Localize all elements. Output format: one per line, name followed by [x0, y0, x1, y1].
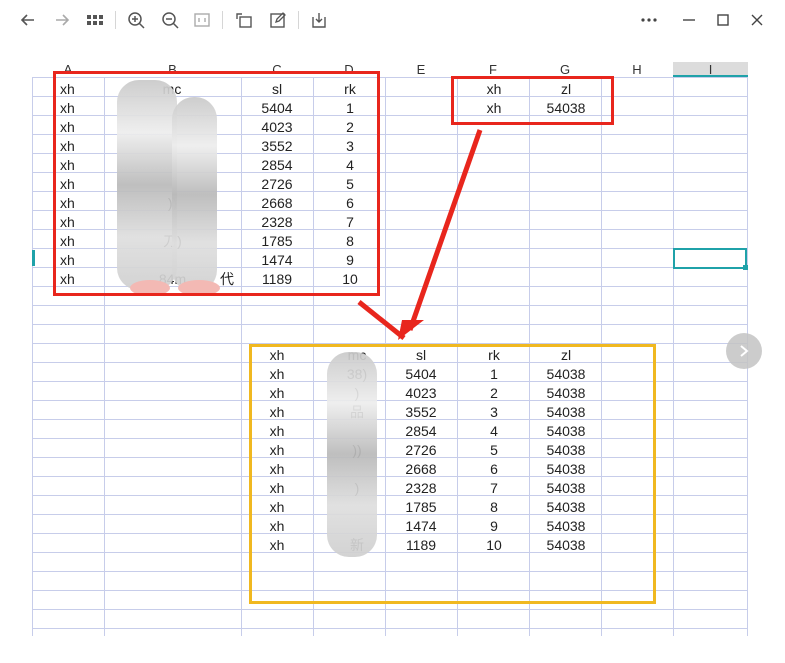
column-header-g: G [529, 62, 601, 77]
source-highlight-box [53, 71, 380, 296]
minimize-icon[interactable] [677, 8, 701, 32]
column-header-e: E [385, 62, 457, 77]
rotate-icon[interactable] [232, 8, 256, 32]
close-icon[interactable] [745, 8, 769, 32]
lookup-highlight-box [451, 76, 614, 125]
viewer-toolbar [0, 0, 785, 40]
forward-icon[interactable] [50, 8, 74, 32]
next-image-button[interactable] [726, 333, 762, 369]
download-icon[interactable] [307, 8, 331, 32]
grid-line [32, 324, 748, 325]
edit-icon[interactable] [266, 8, 290, 32]
chevron-right-icon [740, 345, 749, 357]
grid-line [32, 628, 748, 629]
more-icon[interactable] [637, 8, 661, 32]
result-highlight-box [249, 344, 656, 604]
column-header-f: F [457, 62, 529, 77]
zoom-out-icon[interactable] [158, 8, 182, 32]
grid-line [32, 609, 748, 610]
row-indicator [32, 250, 35, 266]
fit-icon[interactable] [190, 8, 214, 32]
fill-handle[interactable] [743, 265, 748, 270]
grid-line [32, 62, 33, 636]
selected-cell[interactable] [673, 248, 747, 269]
column-header-h: H [601, 62, 673, 77]
grid-icon[interactable] [83, 8, 107, 32]
maximize-icon[interactable] [711, 8, 735, 32]
spreadsheet-image: A B C D E F G H I xh mc sl rk xh54041xh4… [32, 62, 748, 636]
back-icon[interactable] [16, 8, 40, 32]
zoom-in-icon[interactable] [124, 8, 148, 32]
grid-line [673, 62, 674, 636]
grid-line [32, 305, 748, 306]
column-header-i: I [673, 62, 748, 77]
